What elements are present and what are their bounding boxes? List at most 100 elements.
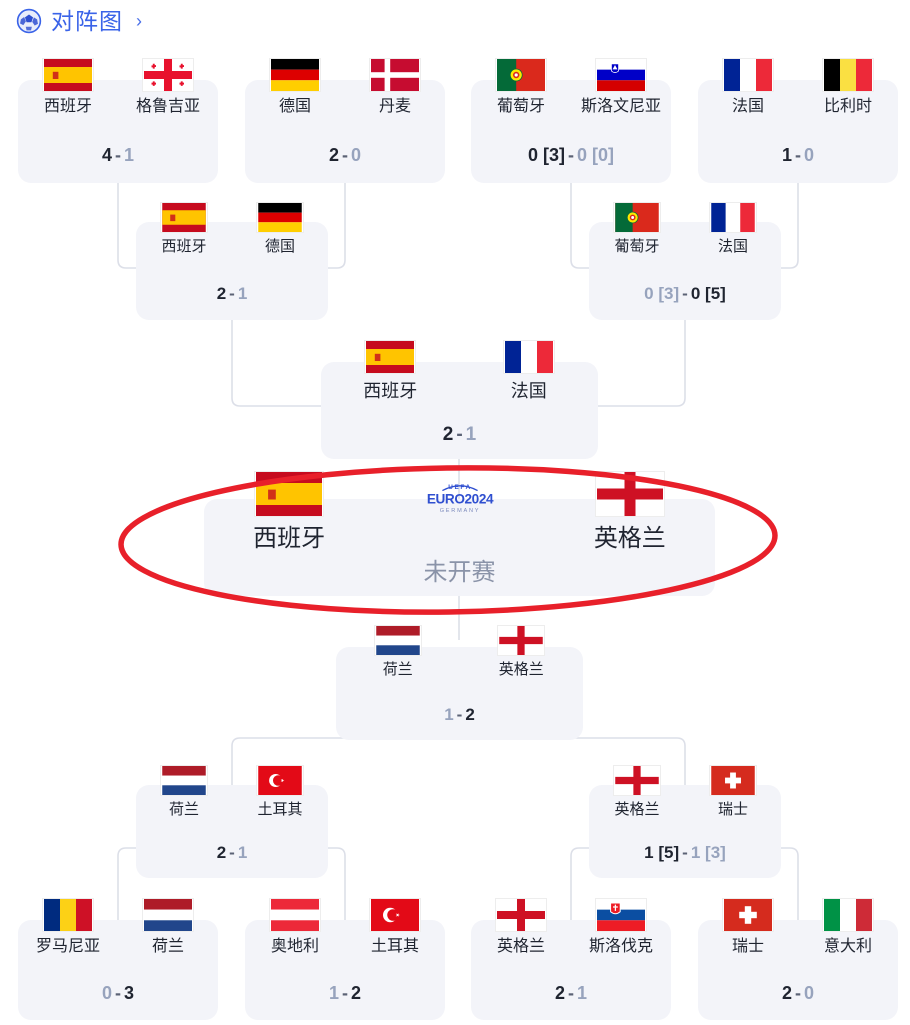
team-name: 斯洛文尼亚 [580,98,661,115]
team-name: 英格兰 [496,938,545,955]
score-home: 1 [444,705,454,724]
score-home: 2 [442,424,454,445]
team-away: 斯洛伐克 [571,898,671,955]
flag-spain-icon [42,58,94,92]
match-score: 0-3 [101,983,135,1003]
team-name: 西班牙 [363,381,418,401]
flag-austria-icon [269,898,321,932]
team-name: 土耳其 [257,801,303,818]
match-card[interactable]: 英格兰 瑞士 1 [5] -1 [3] [589,765,781,878]
team-name: 比利时 [823,98,872,115]
match-score: 2-1 [554,983,588,1003]
match-card[interactable]: 瑞士 意大利 2-0 [698,898,898,1020]
match-score: 1-2 [328,983,362,1003]
team-name: 法国 [717,238,748,255]
match-score: 1-2 [444,705,475,724]
score-away: 1 [690,843,701,862]
team-name: 法国 [731,98,764,115]
svg-text:UEFA: UEFA [448,484,471,491]
team-name: 荷兰 [151,938,184,955]
match-card[interactable]: 英格兰 斯洛伐克 2-1 [471,898,671,1020]
match-score: 2-0 [328,145,362,165]
team-name: 斯洛伐克 [588,938,653,955]
match-card[interactable]: 葡萄牙 斯洛文尼亚 0 [3] -0 [0] [471,58,671,183]
match-card[interactable]: 德国 丹麦 2-0 [245,58,445,183]
penalty-home: [3] [658,284,680,303]
flag-switzerland-icon [709,765,757,796]
match-card[interactable]: 法国 比利时 1-0 [698,58,898,183]
score-away: 0 [577,145,588,165]
team-name: 奥地利 [270,938,319,955]
match-score: 0 [3] -0 [5] [644,284,726,303]
team-home: 罗马尼亚 [18,898,118,955]
svg-text:EURO2024: EURO2024 [426,491,493,506]
flag-germany-icon [256,202,304,233]
team-away: 法国 [685,202,781,254]
score-home: 2 [216,284,227,303]
score-away: 0 [804,983,815,1003]
match-score: 2-1 [216,284,248,303]
score-away: 0 [690,284,701,303]
team-away: 意大利 [798,898,898,955]
penalty-home: [5] [658,843,680,862]
score-away: 2 [465,705,475,724]
team-away: 英格兰 [545,471,715,551]
flag-netherlands-icon [373,625,422,656]
score-away: 1 [237,284,248,303]
team-name: 英格兰 [614,801,660,818]
team-name: 罗马尼亚 [35,938,100,955]
team-name: 德国 [278,98,311,115]
match-card[interactable]: 罗马尼亚 荷兰 0-3 [18,898,218,1020]
match-status: 未开赛 [423,559,496,586]
match-card[interactable]: 西班牙 德国 2-1 [136,202,328,320]
team-name: 葡萄牙 [496,98,545,115]
score-home: 0 [527,145,538,165]
team-name: 英格兰 [498,661,544,678]
team-home: 西班牙 [136,202,232,254]
team-home: 葡萄牙 [589,202,685,254]
flag-spain-icon [160,202,208,233]
match-card[interactable]: 葡萄牙 法国 0 [3] -0 [5] [589,202,781,320]
flag-italy-icon [822,898,874,932]
match-score: 1-0 [781,145,815,165]
score-home: 4 [101,145,112,165]
flag-turkey-icon [369,898,421,932]
flag-slovakia-icon [595,898,647,932]
flag-netherlands-icon [142,898,194,932]
match-card[interactable]: 西班牙 法国 2-1 [321,340,598,459]
team-away: 格鲁吉亚 [118,58,218,115]
flag-france-icon [709,202,757,233]
team-home: 英格兰 [471,898,571,955]
team-home: 英格兰 [589,765,685,817]
svg-text:GERMANY: GERMANY [439,508,480,514]
flag-turkey-icon [256,765,304,796]
team-name: 瑞士 [717,801,748,818]
score-away: 2 [351,983,362,1003]
team-name: 丹麦 [378,98,411,115]
penalty-away: [5] [705,284,726,303]
flag-england-icon [495,898,547,932]
score-home: 0 [644,284,654,303]
team-away: 土耳其 [345,898,445,955]
team-away: 丹麦 [345,58,445,115]
team-name: 西班牙 [253,525,326,552]
final-match-card[interactable]: 西班牙 英格兰 UEFA EURO2024 GERMANY 未开赛 [204,471,715,596]
team-home: 荷兰 [336,625,460,677]
match-card[interactable]: 荷兰 土耳其 2-1 [136,765,328,878]
team-name: 格鲁吉亚 [135,98,200,115]
team-away: 法国 [460,340,599,400]
team-home: 荷兰 [136,765,232,817]
match-card[interactable]: 西班牙 格鲁吉亚 4-1 [18,58,218,183]
team-name: 荷兰 [382,661,413,678]
flag-france-icon [722,58,774,92]
flag-netherlands-icon [160,765,208,796]
match-card[interactable]: 荷兰 英格兰 1-2 [336,625,583,740]
flag-spain-icon [364,340,417,374]
score-home: 2 [216,843,227,862]
team-home: 西班牙 [204,471,374,551]
match-card[interactable]: 奥地利 土耳其 1-2 [245,898,445,1020]
match-score: 2-1 [442,424,477,445]
flag-romania-icon [42,898,94,932]
match-score: 0 [3] -0 [0] [527,145,615,165]
team-name: 意大利 [823,938,872,955]
